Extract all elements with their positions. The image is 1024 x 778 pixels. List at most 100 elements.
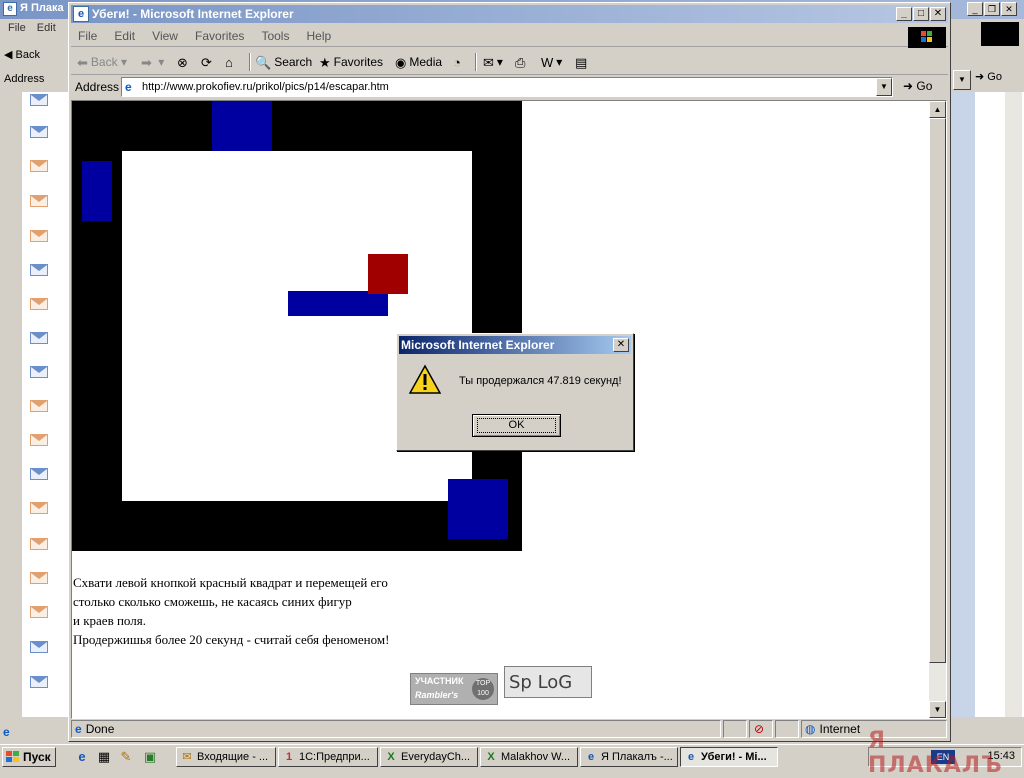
mail-unread-icon	[30, 502, 48, 514]
windows-flag-icon	[6, 751, 19, 763]
mail-read-icon	[30, 126, 48, 138]
refresh-button[interactable]: ⟳	[201, 52, 215, 72]
ok-button[interactable]: OK	[472, 414, 561, 437]
maximize-button[interactable]: □	[913, 7, 929, 21]
desktop-quicklaunch-icon[interactable]: ▦	[96, 749, 112, 765]
task-ubegi[interactable]: e Убеги! - Mi...	[680, 747, 778, 767]
background-address-label: Address	[4, 73, 45, 85]
minimize-button[interactable]: _	[896, 7, 912, 21]
media-icon: ◉	[395, 54, 407, 70]
mail-read-icon	[30, 264, 48, 276]
app2-quicklaunch-icon[interactable]: ▣	[142, 749, 158, 765]
spylog-badge[interactable]: Sp LoG	[504, 666, 592, 698]
mail-read-icon	[30, 468, 48, 480]
vertical-scrollbar[interactable]: ▲ ▼	[929, 101, 946, 718]
red-square[interactable]	[368, 254, 408, 294]
task-everyday[interactable]: X EverydayCh...	[380, 747, 478, 767]
mail-unread-icon	[30, 606, 48, 618]
background-minimize-button[interactable]: _	[967, 2, 983, 16]
globe-icon: ◍	[805, 722, 816, 736]
go-button[interactable]: ➜ Go	[903, 79, 932, 93]
ie-icon: e	[687, 751, 695, 763]
media-button[interactable]: ◉ Media	[395, 52, 442, 72]
scroll-thumb[interactable]	[929, 118, 946, 663]
menu-help[interactable]: Help	[300, 25, 339, 47]
rambler-top100-badge[interactable]: УЧАСТНИК Rambler's TOP 100	[410, 673, 498, 705]
menu-tools[interactable]: Tools	[254, 25, 296, 47]
forward-button[interactable]: ➡ ▾	[141, 52, 164, 72]
address-dropdown[interactable]: ▼	[876, 78, 892, 96]
page-icon: e	[125, 80, 132, 94]
history-button[interactable]: ◔	[453, 52, 464, 72]
windows-logo	[908, 27, 946, 48]
menu-favorites[interactable]: Favorites	[188, 25, 251, 47]
background-menu-edit[interactable]: Edit	[37, 22, 56, 34]
background-right-pane	[949, 92, 1024, 717]
page-icon: e	[75, 722, 82, 736]
back-button[interactable]: ⬅ Back ▾	[77, 52, 127, 72]
scroll-down-button[interactable]: ▼	[929, 701, 946, 718]
edit-button[interactable]: W ▾	[541, 52, 562, 72]
background-restore-button[interactable]: ❐	[984, 2, 1000, 16]
menu-edit[interactable]: Edit	[107, 25, 142, 47]
dialog-title: Microsoft Internet Explorer	[401, 338, 555, 352]
standard-toolbar: ⬅ Back ▾ ➡ ▾ ⊗ ⟳ ⌂ 🔍 Search ★ Favorites ◉ Me…	[71, 49, 948, 75]
window-controls: _ □ ✕	[895, 7, 946, 21]
favorites-icon: ★	[319, 54, 331, 70]
ie-icon: e	[587, 751, 595, 763]
ie-titlebar[interactable]: e Убеги! - Microsoft Internet Explorer _…	[71, 5, 948, 23]
windows-logo	[981, 22, 1019, 46]
stop-button[interactable]: ⊗	[177, 52, 191, 72]
search-icon: 🔍	[255, 54, 272, 70]
game-board	[72, 101, 522, 551]
task-yaplakal[interactable]: eЯ Плакалъ -...	[580, 747, 678, 767]
start-button[interactable]: Пуск	[2, 747, 56, 767]
address-label: Address	[75, 80, 120, 94]
background-window-controls: _ ❐ ✕	[966, 2, 1020, 17]
1c-icon: 1	[285, 751, 293, 763]
address-input[interactable]: e http://www.prokofiev.ru/prikol/pics/p1…	[121, 77, 893, 97]
chevron-down-icon: ▾	[158, 55, 165, 69]
dialog-close-button[interactable]: ✕	[613, 338, 629, 352]
home-button[interactable]: ⌂	[225, 52, 236, 72]
background-address-dropdown[interactable]: ▼	[953, 70, 971, 90]
dialog-titlebar[interactable]: Microsoft Internet Explorer ✕	[399, 336, 631, 354]
search-button[interactable]: 🔍 Search	[255, 52, 312, 72]
task-1c[interactable]: 1 1С:Предпри...	[278, 747, 378, 767]
home-icon: ⌂	[225, 54, 233, 70]
background-menubar: File Edit	[0, 22, 56, 42]
alert-dialog: Microsoft Internet Explorer ✕ Ты продерж…	[396, 333, 634, 451]
background-back-button[interactable]: ◀ Back	[4, 48, 40, 61]
status-text: e Done	[71, 720, 721, 738]
menu-view[interactable]: View	[145, 25, 185, 47]
ie-quicklaunch-icon[interactable]: e	[74, 749, 90, 765]
task-malakhov[interactable]: X Malakhov W...	[480, 747, 578, 767]
discuss-icon: ▤	[575, 54, 588, 70]
task-inbox[interactable]: ✉ Входящие - ...	[176, 747, 276, 767]
mail-unread-icon	[30, 434, 48, 446]
background-menu-file[interactable]: File	[8, 22, 26, 34]
blue-block-left	[82, 161, 112, 221]
chevron-down-icon: ▾	[556, 55, 563, 69]
scroll-up-button[interactable]: ▲	[929, 101, 946, 118]
print-button[interactable]: ⎙	[515, 52, 528, 72]
mail-unread-icon	[30, 400, 48, 412]
background-scrollbar[interactable]	[1005, 92, 1022, 717]
print-icon: ⎙	[515, 54, 526, 70]
go-arrow-icon: ➜	[975, 71, 985, 83]
mail-read-icon	[30, 94, 48, 106]
mail-icon: ✉	[483, 54, 494, 70]
mail-unread-icon	[30, 160, 48, 172]
menubar: File Edit View Favorites Tools Help	[71, 25, 948, 48]
close-button[interactable]: ✕	[930, 7, 946, 21]
app-quicklaunch-icon[interactable]: ✎	[118, 749, 134, 765]
background-close-button[interactable]: ✕	[1001, 2, 1017, 16]
address-bar: Address e http://www.prokofiev.ru/prikol…	[71, 76, 948, 100]
mail-button[interactable]: ✉ ▾	[483, 52, 503, 72]
menu-file[interactable]: File	[71, 25, 104, 47]
forward-arrow-icon: ➡	[141, 54, 152, 70]
discuss-button[interactable]: ▤	[575, 52, 590, 72]
mail-read-icon	[30, 366, 48, 378]
favorites-button[interactable]: ★ Favorites	[319, 52, 383, 72]
background-go-button[interactable]: ➜ Go	[975, 70, 1021, 90]
